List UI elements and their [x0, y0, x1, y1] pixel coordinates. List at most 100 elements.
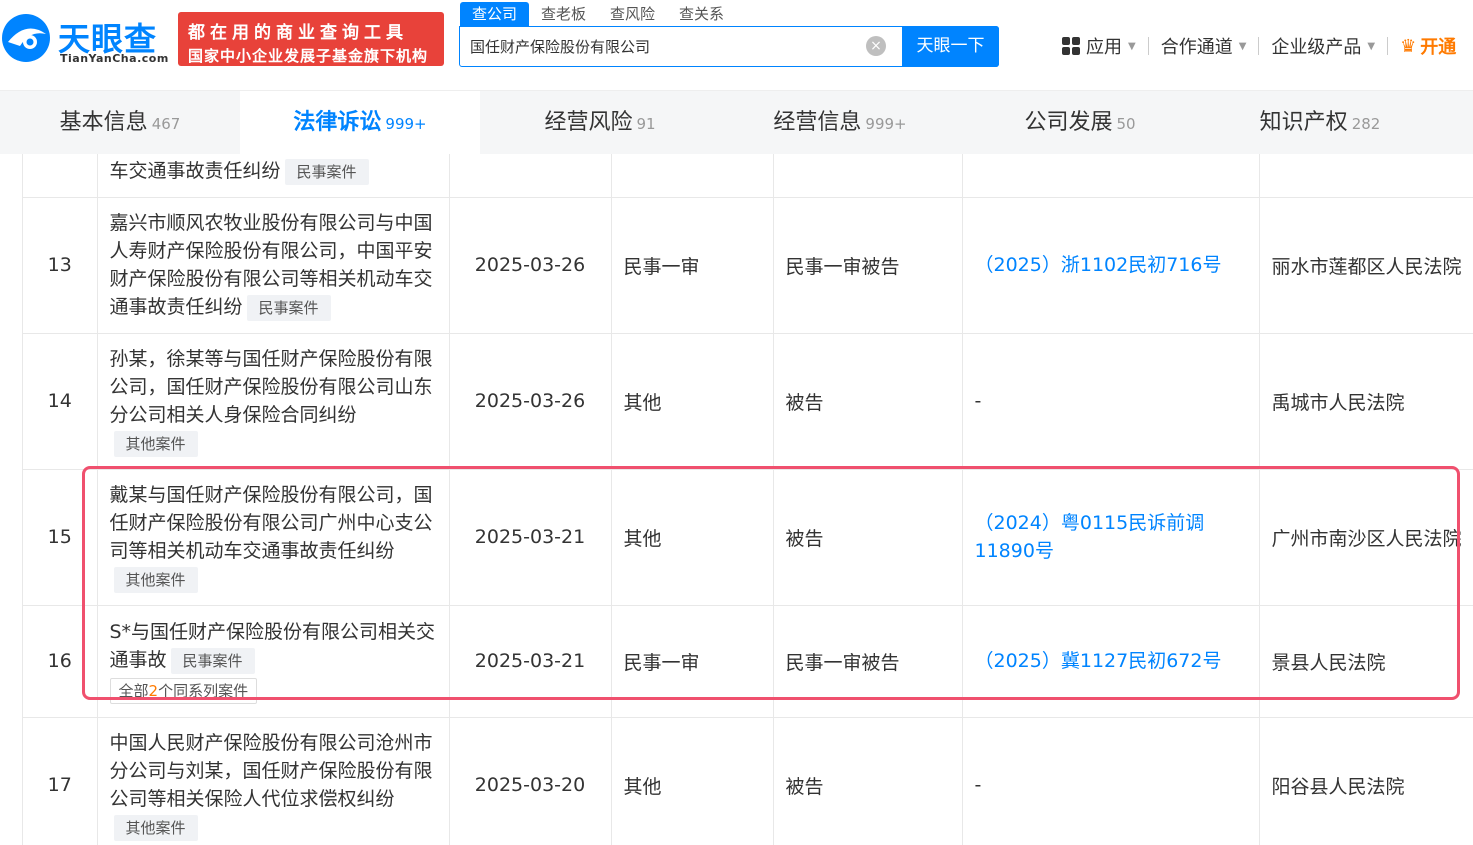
nav-enterprise-label: 企业级产品 [1271, 37, 1362, 58]
search-button[interactable]: 天眼一下 [902, 26, 999, 67]
case-court: 景县人民法院 [1259, 605, 1473, 718]
nav-enterprise[interactable]: 企业级产品 ▼ [1271, 33, 1375, 59]
case-tag: 其他案件 [113, 566, 198, 593]
tab-count: 467 [151, 115, 181, 133]
case-number[interactable]: （2025）冀1127民初672号 [962, 605, 1260, 718]
search-box: × 天眼一下 [459, 26, 999, 67]
case-role: 被告 [773, 333, 963, 470]
case-date: 2025-03-26 [449, 197, 612, 334]
search-tab-company[interactable]: 查公司 [460, 2, 530, 26]
series-prefix: 全部 [118, 682, 149, 700]
clear-icon[interactable]: × [866, 36, 886, 56]
case-stage: 其他 [611, 717, 774, 845]
case-court: 丽水市莲都区人民法院 [1259, 197, 1473, 334]
tab-operating-info[interactable]: 经营信息 999+ [720, 91, 960, 155]
apps-grid-icon [1062, 37, 1080, 55]
row-index: 15 [23, 469, 98, 606]
tab-count: 999+ [865, 115, 907, 133]
case-number: - [962, 717, 1260, 845]
case-tag: 其他案件 [113, 430, 198, 457]
case-stage: 民事一审 [611, 605, 774, 718]
chevron-down-icon: ▼ [1367, 40, 1376, 52]
case-title-text: 戴某与国任财产保险股份有限公司，国任财产保险股份有限公司广州中心支公司等相关机动… [109, 484, 433, 562]
row-index: 14 [23, 333, 98, 470]
case-court [1259, 154, 1473, 198]
case-date: 2025-03-21 [449, 605, 612, 718]
case-court: 阳谷县人民法院 [1259, 717, 1473, 845]
case-title-text: 中国人民财产保险股份有限公司沧州市分公司与刘某，国任财产保险股份有限公司等相关保… [109, 732, 433, 810]
table-row: 13 嘉兴市顺风农牧业股份有限公司与中国人寿财产保险股份有限公司，中国平安财产保… [23, 197, 1473, 334]
top-nav: 应用 ▼ 合作通道 ▼ 企业级产品 ▼ ♛ 开通 [1062, 34, 1456, 58]
search-input[interactable] [470, 27, 860, 65]
slogan-line-1: 都在用的商业查询工具 [188, 23, 408, 43]
case-number[interactable] [962, 154, 1260, 198]
search-tab-risk[interactable]: 查风险 [598, 2, 667, 26]
case-court: 广州市南沙区人民法院 [1259, 469, 1473, 606]
nav-cooperation-label: 合作通道 [1160, 37, 1233, 58]
table-row: 15 戴某与国任财产保险股份有限公司，国任财产保险股份有限公司广州中心支公司等相… [23, 469, 1473, 606]
case-date [449, 154, 612, 198]
case-date: 2025-03-21 [449, 469, 612, 606]
logo-domain: TianYanCha.com [60, 52, 169, 65]
tab-label: 经营风险 [544, 110, 633, 135]
tab-legal-litigation[interactable]: 法律诉讼 999+ [240, 91, 480, 155]
nav-divider [1147, 37, 1149, 55]
case-title-text: 车交通事故责任纠纷 [109, 160, 281, 183]
tab-basic-info[interactable]: 基本信息 467 [0, 91, 240, 155]
case-title[interactable]: S*与国任财产保险股份有限公司相关交通事故 民事案件全部2个同系列案件 [97, 605, 450, 718]
case-date: 2025-03-20 [449, 717, 612, 845]
case-title-text: S*与国任财产保险股份有限公司相关交通事故 [109, 621, 436, 671]
litigation-table: 车交通事故责任纠纷 民事案件 13 嘉兴市顺风农牧业股份有限公司与中国人寿财产保险… [22, 154, 1473, 845]
section-tabs: 基本信息 467 法律诉讼 999+ 经营风险 91 经营信息 999+ 公司发展 50 … [0, 90, 1473, 155]
table-row: 车交通事故责任纠纷 民事案件 [23, 154, 1473, 198]
case-stage: 其他 [611, 469, 774, 606]
case-title[interactable]: 中国人民财产保险股份有限公司沧州市分公司与刘某，国任财产保险股份有限公司等相关保… [97, 717, 450, 845]
nav-vip-label: 开通 [1420, 37, 1457, 58]
case-title[interactable]: 戴某与国任财产保险股份有限公司，国任财产保险股份有限公司广州中心支公司等相关机动… [97, 469, 450, 606]
row-index [23, 154, 98, 198]
logo[interactable]: 天眼查 TianYanCha.com [0, 8, 170, 68]
tab-label: 经营信息 [773, 110, 862, 135]
case-number[interactable]: （2024）粤0115民诉前调11890号 [962, 469, 1260, 606]
case-tag: 民事案件 [170, 647, 255, 674]
nav-divider [1258, 37, 1260, 55]
tab-label: 知识产权 [1259, 110, 1348, 135]
slogan-line-2: 国家中小企业发展子基金旗下机构 [188, 47, 429, 65]
tab-operating-risk[interactable]: 经营风险 91 [480, 91, 720, 155]
case-date: 2025-03-26 [449, 333, 612, 470]
case-tag: 民事案件 [246, 294, 331, 321]
nav-apps[interactable]: 应用 ▼ [1062, 33, 1136, 59]
case-role: 民事一审被告 [773, 605, 963, 718]
crown-icon: ♛ [1400, 35, 1417, 57]
tab-count: 50 [1116, 115, 1136, 133]
case-title-text: 孙某，徐某等与国任财产保险股份有限公司，国任财产保险股份有限公司山东分公司相关人… [109, 348, 433, 426]
case-number[interactable]: （2025）浙1102民初716号 [962, 197, 1260, 334]
case-stage: 其他 [611, 333, 774, 470]
nav-cooperation[interactable]: 合作通道 ▼ [1161, 33, 1247, 59]
chevron-down-icon: ▼ [1238, 40, 1247, 52]
search-tab-boss[interactable]: 查老板 [529, 2, 598, 26]
nav-divider [1387, 37, 1389, 55]
tab-label: 基本信息 [59, 110, 148, 135]
case-title[interactable]: 嘉兴市顺风农牧业股份有限公司与中国人寿财产保险股份有限公司，中国平安财产保险股份… [97, 197, 450, 334]
table-row: 17 中国人民财产保险股份有限公司沧州市分公司与刘某，国任财产保险股份有限公司等… [23, 717, 1473, 845]
tab-company-development[interactable]: 公司发展 50 [960, 91, 1200, 155]
case-role: 民事一审被告 [773, 197, 963, 334]
tab-count: 91 [636, 115, 656, 133]
slogan-banner[interactable]: 都在用的商业查询工具 国家中小企业发展子基金旗下机构 [178, 12, 444, 66]
case-title[interactable]: 车交通事故责任纠纷 民事案件 [97, 154, 450, 198]
search-type-tabs: 查公司 查老板 查风险 查关系 [460, 2, 736, 26]
case-title[interactable]: 孙某，徐某等与国任财产保险股份有限公司，国任财产保险股份有限公司山东分公司相关人… [97, 333, 450, 470]
case-tag: 其他案件 [113, 814, 198, 841]
tab-intellectual-property[interactable]: 知识产权 282 [1200, 91, 1440, 155]
tab-label: 法律诉讼 [293, 110, 382, 135]
case-court: 禹城市人民法院 [1259, 333, 1473, 470]
tab-label: 公司发展 [1024, 110, 1113, 135]
search-tab-relation[interactable]: 查关系 [667, 2, 736, 26]
series-cases-link[interactable]: 全部2个同系列案件 [109, 678, 258, 704]
row-index: 16 [23, 605, 98, 718]
case-role: 被告 [773, 717, 963, 845]
nav-vip[interactable]: ♛ 开通 [1400, 33, 1456, 59]
case-number: - [962, 333, 1260, 470]
chevron-down-icon: ▼ [1128, 40, 1136, 52]
